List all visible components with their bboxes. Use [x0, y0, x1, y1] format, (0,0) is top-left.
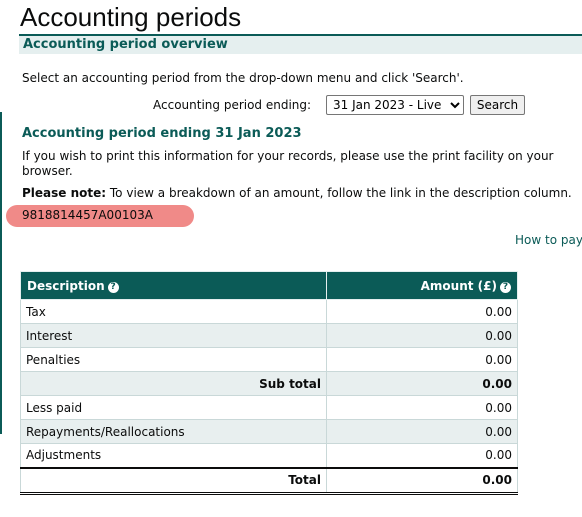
row-description: Tax	[20, 299, 327, 324]
description-header-label: Description	[27, 278, 105, 293]
amount-header: Amount (£)?	[326, 271, 518, 300]
row-description: Repayments/Reallocations	[20, 419, 327, 444]
help-icon[interactable]: ?	[107, 281, 119, 293]
total-row: Total 0.00	[20, 466, 518, 495]
print-note: If you wish to print this information fo…	[22, 149, 554, 178]
total-amount: 0.00	[326, 466, 518, 495]
row-description: Less paid	[20, 395, 327, 420]
left-border-rule	[0, 112, 2, 434]
page-title: Accounting periods	[20, 2, 242, 32]
period-select[interactable]: 31 Jan 2023 - Live	[326, 95, 464, 115]
section-title: Accounting period overview	[23, 37, 228, 52]
row-amount: 0.00	[326, 347, 518, 372]
amount-header-label: Amount (£)	[420, 278, 497, 293]
table-header-row: Description? Amount (£)?	[20, 271, 518, 300]
row-amount: 0.00	[326, 419, 518, 444]
row-amount: 0.00	[326, 323, 518, 348]
period-filter: Accounting period ending: 31 Jan 2023 - …	[0, 95, 582, 117]
table-row: Interest 0.00	[20, 323, 518, 348]
amounts-table: Description? Amount (£)? Tax 0.00 Intere…	[20, 271, 518, 495]
table-row: Tax 0.00	[20, 299, 518, 324]
row-amount: 0.00	[326, 443, 518, 468]
subtotal-row: Sub total 0.00	[20, 371, 518, 396]
note-text: To view a breakdown of an amount, follow…	[106, 186, 572, 200]
section-header: Accounting period overview	[19, 34, 582, 54]
table-row: Penalties 0.00	[20, 347, 518, 372]
row-description: Adjustments	[20, 443, 327, 468]
period-select-label: Accounting period ending:	[153, 98, 312, 112]
breakdown-note: Please note: To view a breakdown of an a…	[22, 186, 572, 200]
note-label: Please note:	[22, 186, 107, 200]
description-header: Description?	[20, 271, 327, 300]
table-row: Repayments/Reallocations 0.00	[20, 419, 518, 444]
subtotal-label: Sub total	[20, 371, 327, 396]
period-heading: Accounting period ending 31 Jan 2023	[22, 126, 302, 141]
total-label: Total	[20, 466, 327, 495]
subtotal-amount: 0.00	[326, 371, 518, 396]
table-row: Less paid 0.00	[20, 395, 518, 420]
intro-text: Select an accounting period from the dro…	[22, 71, 464, 85]
search-button[interactable]: Search	[470, 95, 525, 115]
row-amount: 0.00	[326, 299, 518, 324]
how-to-pay-link[interactable]: How to pay	[515, 233, 582, 247]
row-description: Penalties	[20, 347, 327, 372]
help-icon[interactable]: ?	[500, 281, 511, 293]
table-row: Adjustments 0.00	[20, 443, 518, 468]
row-description: Interest	[20, 323, 327, 348]
reference-number: 9818814457A00103A	[22, 208, 153, 222]
row-amount: 0.00	[326, 395, 518, 420]
